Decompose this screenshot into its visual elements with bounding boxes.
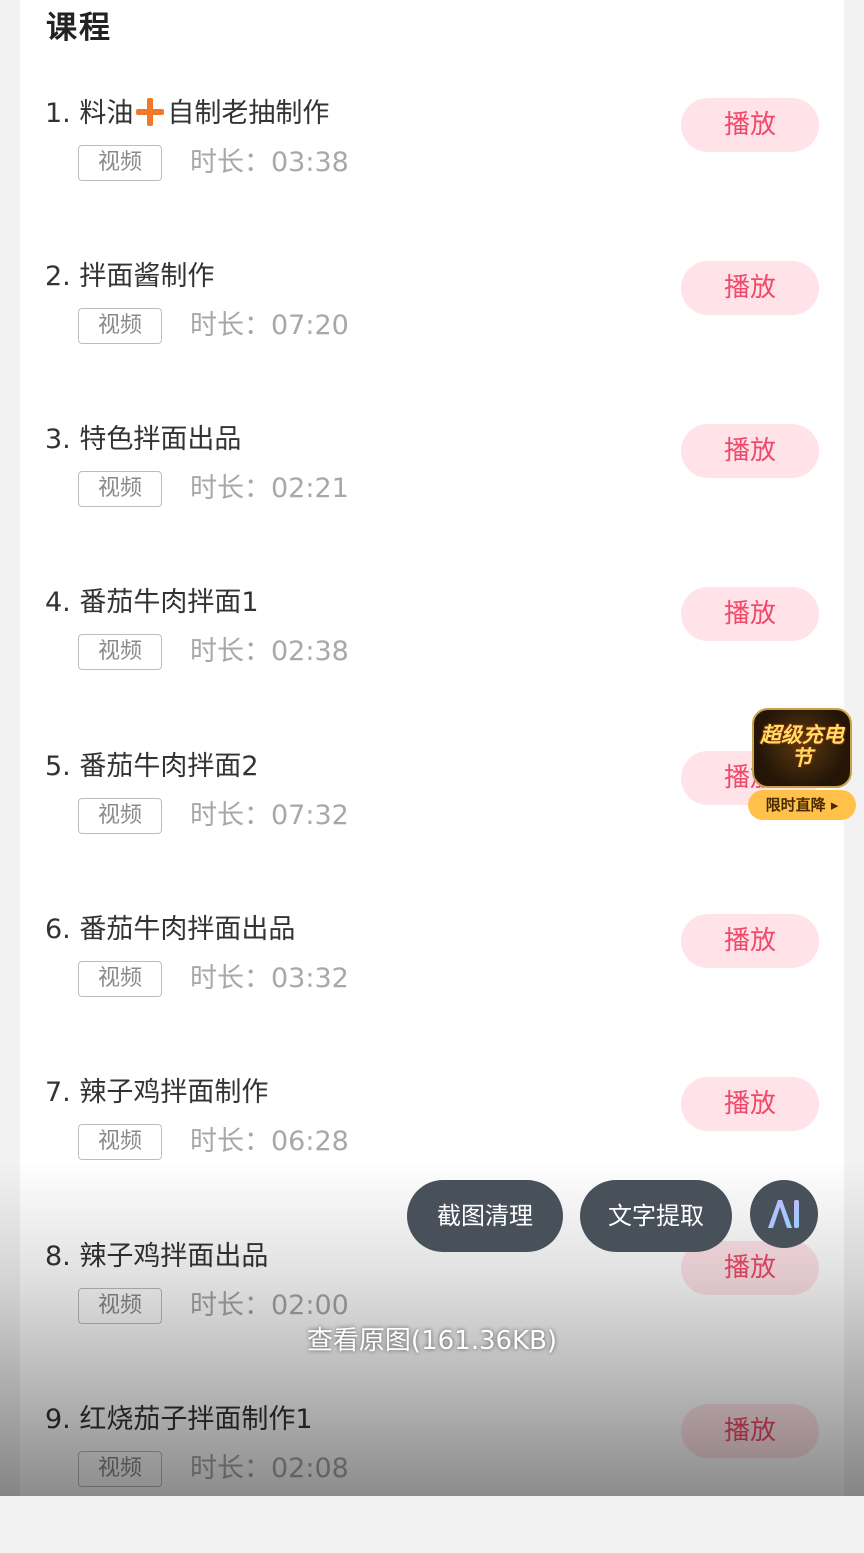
lesson-number: 5. — [45, 751, 71, 782]
lesson-number: 3. — [45, 424, 71, 455]
play-button[interactable]: 播放 — [681, 261, 819, 315]
screenshot-clean-button[interactable]: 截图清理 — [407, 1180, 563, 1252]
lesson-title: 8. 辣子鸡拌面出品 — [45, 1240, 268, 1274]
lesson-title-text: 辣子鸡拌面制作 — [79, 1077, 269, 1108]
lesson-duration: 时长：07:20 — [190, 310, 349, 341]
lesson-number: 6. — [45, 914, 71, 945]
lesson-number: 1. — [45, 98, 71, 129]
lesson-title-text: 特色拌面出品 — [79, 424, 242, 455]
lesson-duration: 时长：03:38 — [190, 147, 349, 178]
lesson-duration: 时长：03:32 — [190, 963, 349, 994]
text-extract-button[interactable]: 文字提取 — [580, 1180, 732, 1252]
lesson-duration: 时长：06:28 — [190, 1126, 349, 1157]
lesson-title: 6. 番茄牛肉拌面出品 — [45, 913, 295, 947]
lesson-item[interactable]: 6. 番茄牛肉拌面出品 视频 时长：03:32 播放 — [0, 913, 864, 1063]
lesson-title: 2. 拌面酱制作 — [45, 260, 214, 294]
video-tag: 视频 — [78, 1451, 162, 1487]
lesson-duration: 时长：02:08 — [190, 1453, 349, 1484]
lesson-item[interactable]: 4. 番茄牛肉拌面1 视频 时长：02:38 播放 — [0, 586, 864, 736]
play-button[interactable]: 播放 — [681, 587, 819, 641]
view-original-link[interactable]: 查看原图(161.36KB) — [0, 1320, 864, 1357]
video-tag: 视频 — [78, 798, 162, 834]
lesson-title-text: 番茄牛肉拌面出品 — [79, 914, 296, 945]
lesson-duration: 时长：02:38 — [190, 636, 349, 667]
video-tag: 视频 — [78, 961, 162, 997]
lesson-number: 4. — [45, 587, 71, 618]
lesson-duration: 时长：02:21 — [190, 473, 349, 504]
video-tag: 视频 — [78, 471, 162, 507]
lesson-item[interactable]: 3. 特色拌面出品 视频 时长：02:21 播放 — [0, 423, 864, 573]
lesson-item[interactable]: 1. 料油 自制老抽制作 视频 时长：03:38 播放 — [0, 97, 864, 247]
play-button[interactable]: 播放 — [681, 1404, 819, 1458]
lesson-duration: 时长：02:00 — [190, 1290, 349, 1321]
ai-button[interactable] — [750, 1180, 818, 1248]
play-button[interactable]: 播放 — [681, 1077, 819, 1131]
play-button[interactable]: 播放 — [681, 98, 819, 152]
section-title: 课程 — [46, 10, 112, 46]
lesson-title-text: 红烧茄子拌面制作1 — [79, 1404, 313, 1435]
lesson-title-text: 辣子鸡拌面出品 — [79, 1241, 269, 1272]
video-tag: 视频 — [78, 308, 162, 344]
lesson-title: 4. 番茄牛肉拌面1 — [45, 586, 259, 620]
lesson-title: 5. 番茄牛肉拌面2 — [45, 750, 259, 784]
video-tag: 视频 — [78, 1288, 162, 1324]
play-button[interactable]: 播放 — [681, 424, 819, 478]
video-tag: 视频 — [78, 634, 162, 670]
lesson-title-text: 番茄牛肉拌面1 — [79, 587, 259, 618]
lesson-title: 3. 特色拌面出品 — [45, 423, 241, 457]
lesson-title-text: 番茄牛肉拌面2 — [79, 751, 259, 782]
lesson-title-part: 自制老抽制作 — [167, 98, 330, 129]
promo-badge[interactable]: 超级充电节 限时直降 ▸ — [748, 708, 858, 823]
lesson-title: 1. 料油 自制老抽制作 — [45, 97, 329, 131]
lesson-item[interactable]: 2. 拌面酱制作 视频 时长：07:20 播放 — [0, 260, 864, 410]
lesson-title: 7. 辣子鸡拌面制作 — [45, 1076, 268, 1110]
plus-icon — [135, 97, 165, 127]
lesson-number: 2. — [45, 261, 71, 292]
promo-badge-text: 超级充电节 — [760, 723, 844, 770]
lesson-number: 7. — [45, 1077, 71, 1108]
lesson-number: 8. — [45, 1241, 71, 1272]
lesson-duration: 时长：07:32 — [190, 800, 349, 831]
ai-icon — [768, 1200, 799, 1228]
video-tag: 视频 — [78, 145, 162, 181]
lesson-title: 9. 红烧茄子拌面制作1 — [45, 1403, 313, 1437]
promo-cta-button[interactable]: 限时直降 ▸ — [748, 790, 856, 820]
lesson-title-text: 拌面酱制作 — [79, 261, 215, 292]
lesson-title-part: 料油 — [79, 98, 134, 129]
play-button[interactable]: 播放 — [681, 914, 819, 968]
lesson-item[interactable]: 8. 辣子鸡拌面出品 视频 时长：02:00 播放 — [0, 1240, 864, 1390]
lesson-item[interactable]: 9. 红烧茄子拌面制作1 视频 时长：02:08 播放 — [0, 1403, 864, 1553]
lesson-number: 9. — [45, 1404, 71, 1435]
video-tag: 视频 — [78, 1124, 162, 1160]
lesson-item[interactable]: 5. 番茄牛肉拌面2 视频 时长：07:32 播放 — [0, 750, 864, 900]
